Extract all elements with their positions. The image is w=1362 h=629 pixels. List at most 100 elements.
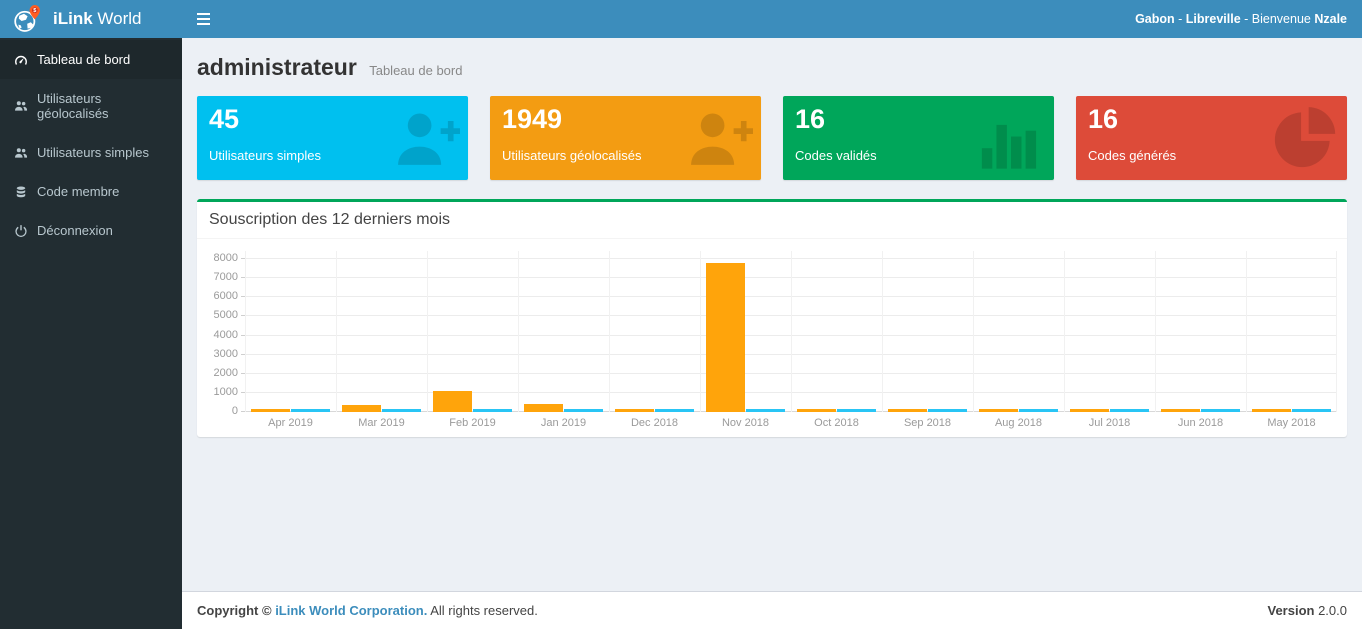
sidebar-item-utilisateurs-simples[interactable]: Utilisateurs simples — [0, 133, 182, 172]
chart-gridline-vertical — [245, 251, 246, 412]
chart-bar[interactable] — [837, 409, 875, 412]
chart-bar[interactable] — [928, 409, 966, 412]
x-tick-label: May 2018 — [1246, 417, 1337, 429]
chart-bar[interactable] — [524, 404, 562, 412]
chart-bar[interactable] — [473, 409, 511, 412]
hamburger-icon — [197, 13, 210, 15]
y-tick-label: 0 — [232, 405, 238, 417]
page-title: administrateur — [197, 54, 357, 80]
content-area: administrateur Tableau de bord 45 Utilis… — [182, 38, 1362, 591]
chart-bar[interactable] — [433, 391, 471, 412]
page-subtitle: Tableau de bord — [369, 63, 462, 78]
chart-bar[interactable] — [1161, 409, 1199, 412]
top-bar: $ iLink World Gabon - Libreville - Bienv… — [0, 0, 1362, 38]
user-plus-icon — [390, 103, 460, 173]
stat-box: 16 Codes validés — [783, 96, 1054, 180]
x-tick-label: Oct 2018 — [791, 417, 882, 429]
y-tick-label: 8000 — [214, 252, 238, 264]
x-tick-label: Jan 2019 — [518, 417, 609, 429]
footer: Copyright © iLink World Corporation. All… — [182, 591, 1362, 629]
chart-bar[interactable] — [382, 409, 420, 412]
chart-bar[interactable] — [251, 409, 289, 412]
stat-box: 1949 Utilisateurs géolocalisés — [490, 96, 761, 180]
y-tick-label: 2000 — [214, 367, 238, 379]
subscriptions-chart-panel: Souscription des 12 derniers mois 010002… — [197, 199, 1347, 437]
chart-gridline-vertical — [973, 251, 974, 412]
y-tick-label: 5000 — [214, 309, 238, 321]
sidebar: Tableau de bord Utilisateurs géolocalisé… — [0, 38, 182, 629]
chart-gridline-vertical — [791, 251, 792, 412]
users-icon — [14, 146, 28, 160]
chart-bar[interactable] — [979, 409, 1017, 412]
company-link[interactable]: iLink World Corporation. — [275, 603, 427, 618]
y-tick-label: 4000 — [214, 329, 238, 341]
x-tick-label: Apr 2019 — [245, 417, 336, 429]
sidebar-item-label: Tableau de bord — [37, 52, 130, 67]
x-tick-label: Dec 2018 — [609, 417, 700, 429]
chart-bar[interactable] — [1252, 409, 1290, 412]
chart-bar[interactable] — [615, 409, 653, 412]
x-tick-label: Sep 2018 — [882, 417, 973, 429]
user-plus-icon — [683, 103, 753, 173]
sidebar-item-label: Code membre — [37, 184, 119, 199]
greeting-country: Gabon — [1135, 12, 1175, 26]
chart-bar[interactable] — [706, 263, 744, 412]
sidebar-toggle-button[interactable] — [197, 5, 227, 33]
chart-gridline-vertical — [427, 251, 428, 412]
chart-gridline-vertical — [1155, 251, 1156, 412]
users-icon — [14, 99, 28, 113]
database-icon — [14, 185, 28, 199]
sidebar-item-label: Utilisateurs simples — [37, 145, 149, 160]
x-tick-label: Aug 2018 — [973, 417, 1064, 429]
chart-bar[interactable] — [888, 409, 926, 412]
chart-bar[interactable] — [746, 409, 784, 412]
chart-gridline-vertical — [609, 251, 610, 412]
stat-box: 16 Codes générés — [1076, 96, 1347, 180]
navbar: Gabon - Libreville - Bienvenue Nzale — [182, 0, 1362, 38]
x-tick-label: Mar 2019 — [336, 417, 427, 429]
chart-bar[interactable] — [1292, 409, 1330, 412]
chart-body: 0 1000 2000 3000 4000 5000 6000 7000 8000 Apr 20… — [197, 239, 1347, 437]
globe-pin-logo-icon: $ — [12, 3, 44, 35]
chart-bar[interactable] — [797, 409, 835, 412]
chart-bar[interactable] — [1019, 409, 1057, 412]
greeting-username: Nzale — [1314, 12, 1347, 26]
sidebar-item-code-membre[interactable]: Code membre — [0, 172, 182, 211]
sidebar-item-utilisateurs-geolocalises[interactable]: Utilisateurs géolocalisés — [0, 79, 182, 133]
page-header: administrateur Tableau de bord — [197, 54, 1347, 81]
y-tick-label: 1000 — [214, 386, 238, 398]
y-tick-label: 7000 — [214, 271, 238, 283]
chart-gridline-vertical — [882, 251, 883, 412]
chart-bar[interactable] — [342, 405, 380, 412]
y-tick-label: 6000 — [214, 290, 238, 302]
stat-box: 45 Utilisateurs simples — [197, 96, 468, 180]
chart-gridline-vertical — [1336, 251, 1337, 412]
x-tick-label: Jun 2018 — [1155, 417, 1246, 429]
x-tick-label: Feb 2019 — [427, 417, 518, 429]
greeting-city: Libreville — [1186, 12, 1241, 26]
chart-bar[interactable] — [291, 409, 329, 412]
chart-bar[interactable] — [1201, 409, 1239, 412]
chart-bar[interactable] — [1070, 409, 1108, 412]
chart-gridline-vertical — [1064, 251, 1065, 412]
chart-y-axis: 010002000300040005000600070008000 — [207, 251, 245, 412]
sidebar-item-tableau-de-bord[interactable]: Tableau de bord — [0, 40, 182, 79]
x-tick-label: Nov 2018 — [700, 417, 791, 429]
sidebar-item-label: Déconnexion — [37, 223, 113, 238]
chart-bar[interactable] — [564, 409, 602, 412]
stat-boxes-row: 45 Utilisateurs simples 1949 Utilisateur… — [197, 96, 1347, 180]
pie-chart-icon — [1269, 103, 1339, 173]
sidebar-item-deconnexion[interactable]: Déconnexion — [0, 211, 182, 250]
y-tick-label: 3000 — [214, 348, 238, 360]
footer-version: Version 2.0.0 — [1268, 603, 1348, 618]
bar-chart-icon — [976, 103, 1046, 173]
chart-gridline-vertical — [1246, 251, 1247, 412]
chart-bar[interactable] — [655, 409, 693, 412]
footer-copyright: Copyright © iLink World Corporation. All… — [197, 603, 538, 618]
chart-plot — [245, 251, 1337, 412]
brand-logo[interactable]: $ iLink World — [0, 0, 182, 38]
chart-bar[interactable] — [1110, 409, 1148, 412]
user-greeting: Gabon - Libreville - Bienvenue Nzale — [1135, 12, 1347, 26]
dashboard-icon — [14, 53, 28, 67]
brand-name: iLink World — [53, 9, 141, 29]
